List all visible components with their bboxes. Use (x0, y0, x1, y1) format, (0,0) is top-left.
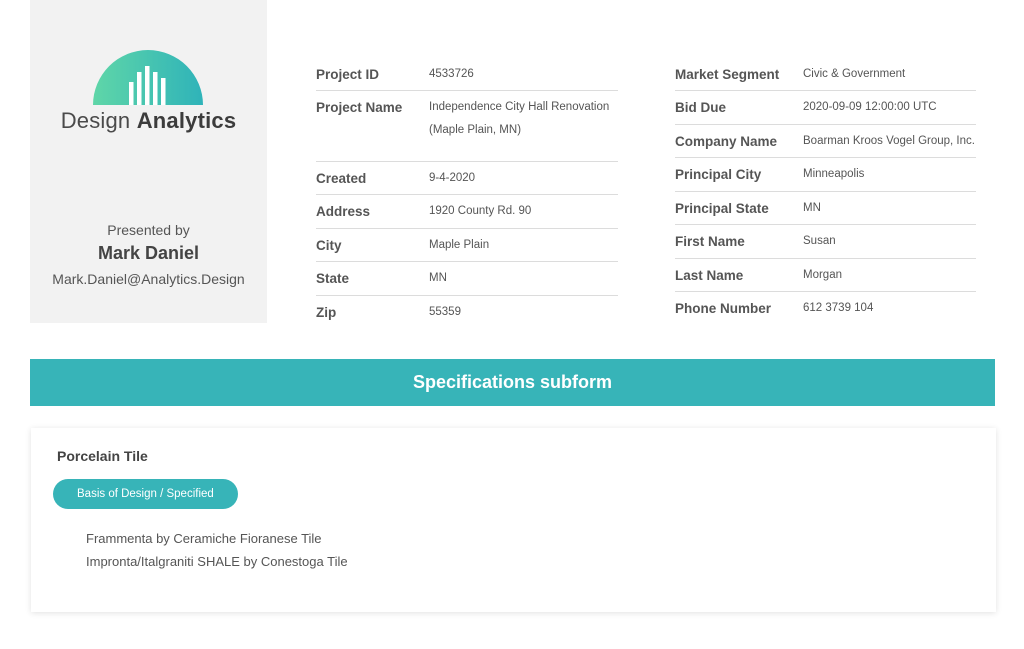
info-row: City Maple Plain (316, 229, 618, 262)
presenter-block: Presented by Mark Daniel Mark.Daniel@Ana… (30, 222, 267, 287)
info-label: Project Name (316, 100, 403, 115)
presented-by-label: Presented by (107, 222, 190, 238)
info-label: Principal City (675, 167, 762, 182)
info-row: Created 9-4-2020 (316, 162, 618, 195)
logo-text-light: Design (60, 108, 131, 133)
info-value: 55359 (429, 306, 461, 318)
brand-card: Design Analytics Presented by Mark Danie… (30, 0, 267, 323)
info-label: State (316, 271, 350, 286)
info-label: Address (316, 204, 371, 219)
info-value: 4533726 (429, 68, 474, 80)
info-value: 9-4-2020 (429, 172, 476, 184)
info-value: Susan (803, 235, 836, 247)
basis-of-design-button[interactable]: Basis of Design / Specified (53, 479, 238, 509)
company-info-table: Market Segment Civic & Government Bid Du… (675, 58, 976, 326)
list-item: Impronta/Italgraniti SHALE by Conestoga … (86, 554, 348, 569)
info-label: Last Name (675, 268, 744, 283)
info-label: Zip (316, 305, 337, 320)
info-row: Phone Number 612 3739 104 (675, 292, 976, 326)
product-title: Porcelain Tile (57, 448, 148, 464)
presenter-email: Mark.Daniel@Analytics.Design (52, 271, 245, 287)
specification-card: Porcelain Tile Basis of Design / Specifi… (31, 428, 996, 612)
info-label: Project ID (316, 67, 380, 82)
info-label: Phone Number (675, 301, 772, 316)
info-row: Principal State MN (675, 192, 976, 225)
info-row: Last Name Morgan (675, 259, 976, 292)
info-value: Boarman Kroos Vogel Group, Inc. (803, 135, 975, 147)
logo-text-bold: Analytics (136, 108, 237, 133)
info-label: Principal State (675, 201, 769, 216)
info-row: State MN (316, 262, 618, 296)
info-row: First Name Susan (675, 225, 976, 259)
info-row: Project Name Independence City Hall Reno… (316, 91, 618, 162)
info-value: 2020-09-09 12:00:00 UTC (803, 101, 937, 113)
info-row: Project ID 4533726 (316, 58, 618, 91)
info-row: Bid Due 2020-09-09 12:00:00 UTC (675, 91, 976, 125)
info-value: Independence City Hall Renovation (Maple… (429, 101, 610, 136)
section-title: Specifications subform (412, 372, 613, 392)
info-label: First Name (675, 234, 745, 249)
info-value: MN (803, 202, 821, 214)
info-value: Minneapolis (803, 168, 865, 180)
info-value: Morgan (803, 269, 842, 281)
info-row: Company Name Boarman Kroos Vogel Group, … (675, 125, 976, 158)
info-row: Market Segment Civic & Government (675, 58, 976, 91)
info-label: Bid Due (675, 100, 727, 115)
info-value: MN (429, 272, 447, 284)
info-label: City (316, 238, 342, 253)
info-value: 1920 County Rd. 90 (429, 205, 532, 217)
logo-icon (93, 50, 203, 105)
info-label: Market Segment (675, 67, 780, 82)
list-item: Frammenta by Ceramiche Fioranese Tile (86, 531, 322, 546)
info-value: 612 3739 104 (803, 302, 874, 314)
logo-wordmark: Design Analytics (30, 108, 267, 134)
info-value: Civic & Government (803, 68, 906, 80)
spec-items-list: Frammenta by Ceramiche Fioranese Tile Im… (86, 527, 348, 573)
info-row: Zip 55359 (316, 296, 618, 329)
presenter-name: Mark Daniel (97, 243, 200, 263)
info-label: Created (316, 171, 367, 186)
project-info-table: Project ID 4533726 Project Name Independ… (316, 58, 618, 329)
info-label: Company Name (675, 134, 778, 149)
info-row: Address 1920 County Rd. 90 (316, 195, 618, 229)
info-row: Principal City Minneapolis (675, 158, 976, 192)
specifications-header: Specifications subform (30, 359, 995, 406)
info-value: Maple Plain (429, 239, 490, 251)
